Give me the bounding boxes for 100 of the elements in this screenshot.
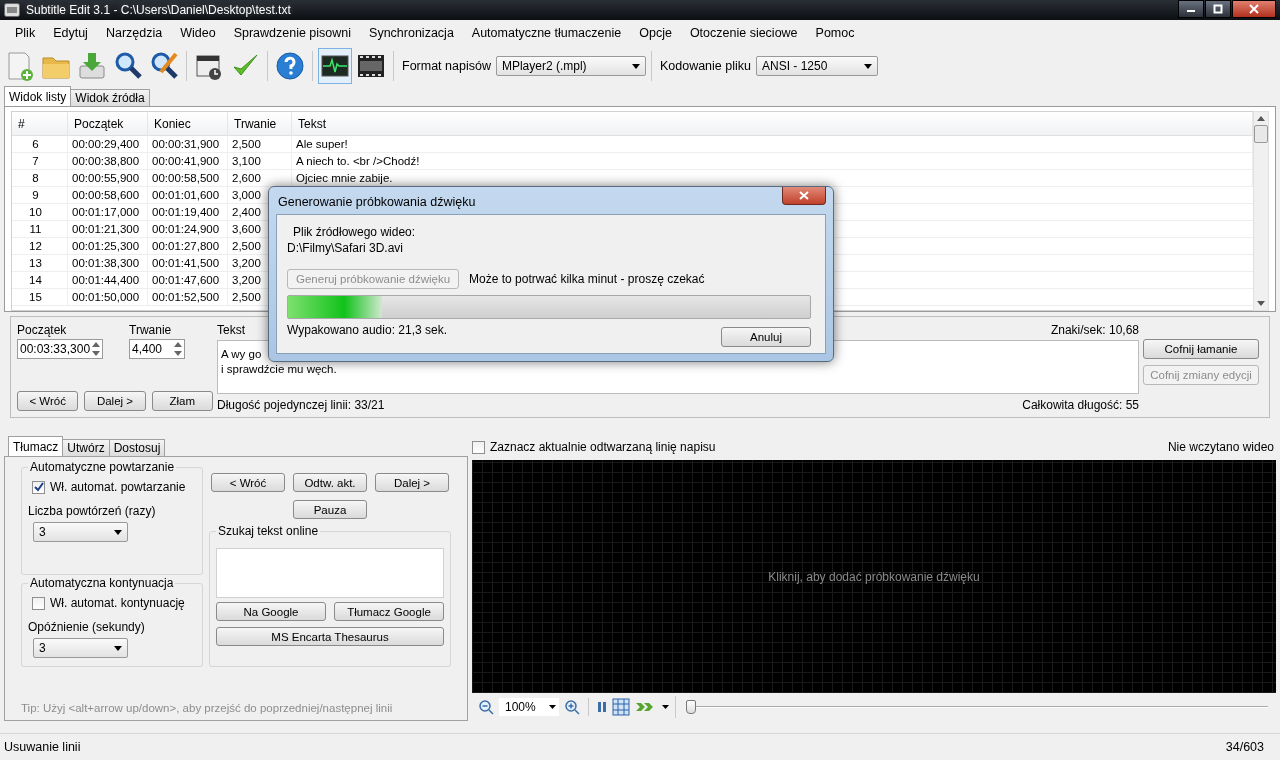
playback-button[interactable]: Dalej > (375, 473, 449, 492)
scrollbar-thumb[interactable] (1254, 125, 1268, 143)
checkbox[interactable] (472, 440, 485, 454)
menu-item[interactable]: Synchronizacja (360, 26, 463, 40)
position-slider-thumb[interactable] (686, 700, 696, 714)
duration-label: Trwanie (129, 323, 173, 337)
video-status: Nie wczytano wideo (1167, 440, 1274, 454)
menu-item[interactable]: Opcje (630, 26, 681, 40)
view-tab[interactable]: Widok źródła (70, 89, 150, 106)
spinner-icon (90, 340, 102, 358)
wait-note: Może to potrwać kilka minut - proszę czekać (469, 272, 705, 286)
maximize-button[interactable] (1205, 0, 1231, 18)
group-title: Automatyczna kontynuacja (28, 576, 176, 590)
line-position: 34/603 (1225, 740, 1264, 754)
table-cell: 8 (12, 170, 68, 186)
download-icon (77, 50, 107, 82)
zoom-out-icon[interactable] (478, 699, 494, 715)
column-header[interactable]: Początek (68, 112, 148, 136)
column-header[interactable]: Trwanie (228, 112, 292, 136)
start-time-field[interactable]: 00:03:33,300 (17, 339, 103, 359)
caret-icon (864, 63, 872, 69)
playback-button[interactable]: < Wróć (211, 473, 285, 492)
progress-status: Wypakowano audio: 21,3 sek. (287, 323, 447, 337)
subtitle-row[interactable]: 6 00:00:29,400 00:00:31,900 2,500 Ale super! (12, 136, 1253, 153)
table-cell: 00:01:52,500 (148, 289, 228, 305)
search-button[interactable]: MS Encarta Thesaurus (216, 627, 444, 646)
encoding-label: Kodowanie pliku (659, 59, 751, 73)
chars-per-second: Znaki/sek: 10,68 (1050, 323, 1139, 337)
search-text-field[interactable] (216, 548, 444, 598)
cancel-button[interactable]: Anuluj (721, 327, 811, 347)
nav-button[interactable]: Złam (151, 391, 213, 411)
count-dropdown[interactable]: 3 (33, 522, 128, 542)
group-title: Automatyczne powtarzanie (28, 460, 177, 474)
table-cell: 00:00:38,800 (68, 153, 148, 169)
waveform-area[interactable]: Kliknij, aby dodać próbkowanie dźwięku (472, 460, 1276, 693)
encoding-dropdown[interactable]: ANSI - 1250 (756, 56, 878, 76)
table-cell: 13 (12, 255, 68, 271)
help-icon (275, 50, 305, 82)
menu-item[interactable]: Otoczenie sieciowe (680, 26, 807, 40)
menu-item[interactable]: Automatyczne tłumaczenie (462, 26, 631, 40)
down-arrow-icon (1257, 301, 1265, 306)
table-cell: 00:01:17,000 (68, 204, 148, 220)
count-dropdown[interactable]: 3 (33, 638, 128, 658)
restore-icon (1213, 4, 1223, 14)
toolbar-button[interactable] (318, 48, 352, 84)
table-cell: 10 (12, 204, 68, 220)
column-header[interactable]: # (12, 112, 68, 136)
menu-item[interactable]: Narzędzia (96, 26, 172, 40)
menu-item[interactable]: Pomoc (806, 26, 864, 40)
menu-item[interactable]: Edytuj (44, 26, 97, 40)
scrollbar[interactable] (1253, 111, 1269, 311)
nav-button[interactable]: < Wróć (17, 391, 79, 411)
search-button[interactable]: Na Google (216, 602, 326, 621)
caret-icon (549, 705, 556, 709)
pause-icon[interactable] (597, 701, 607, 713)
playback-button[interactable]: Pauza (293, 500, 367, 519)
format-dropdown[interactable]: MPlayer2 (.mpl) (495, 56, 646, 76)
close-icon (1249, 4, 1259, 14)
search-button[interactable]: Tłumacz Google (334, 602, 444, 621)
line-length: Długość pojedynczej linii: 33/21 (217, 398, 385, 412)
close-icon (799, 191, 809, 200)
table-cell: 14 (12, 272, 68, 288)
subtitle-row[interactable]: 7 00:00:38,800 00:00:41,900 3,100 A niech to. <br />Chodź! (12, 153, 1253, 170)
view-tab[interactable]: Widok listy (4, 86, 72, 106)
source-label: Plik źródłowego wideo: (292, 225, 417, 239)
total-length: Całkowita długość: 55 (1022, 398, 1139, 412)
translator-tab[interactable]: Dostosuj (108, 439, 166, 456)
edit-button[interactable]: Cofnij łamanie (1143, 339, 1259, 359)
duration-field[interactable]: 4,400 (129, 339, 185, 359)
checkbox[interactable] (32, 480, 45, 494)
playback-button[interactable]: Odtw. akt. (293, 473, 367, 492)
zoom-dropdown[interactable]: 100% (499, 698, 559, 716)
zoom-in-icon[interactable] (564, 699, 580, 715)
table-cell: 2,500 (228, 136, 292, 152)
menu-item[interactable]: Wideo (171, 26, 225, 40)
table-cell: 00:01:47,600 (148, 272, 228, 288)
column-header[interactable]: Koniec (148, 112, 228, 136)
tip-text: Tip: Użyj <alt+arrow up/down>, aby przejść do poprzedniej/następnej linii (21, 702, 394, 714)
table-cell: 9 (12, 187, 68, 203)
spinner-icon (172, 340, 184, 358)
caret-icon[interactable] (662, 705, 669, 709)
grid-layout-icon[interactable] (612, 698, 630, 716)
checkbox[interactable] (32, 596, 45, 610)
table-cell: 00:00:29,400 (68, 136, 148, 152)
up-arrow-icon (1257, 116, 1265, 121)
app-icon (4, 3, 20, 17)
translator-tab[interactable]: Utwórz (62, 439, 110, 456)
minimize-button[interactable] (1178, 0, 1204, 18)
translator-tab[interactable]: Tłumacz (8, 436, 64, 456)
table-cell: 00:00:31,900 (148, 136, 228, 152)
caret-icon (114, 645, 122, 651)
close-button[interactable] (782, 187, 826, 205)
table-cell: 00:01:24,900 (148, 221, 228, 237)
table-cell: 6 (12, 136, 68, 152)
menu-item[interactable]: Plik (6, 26, 45, 40)
close-button[interactable] (1232, 0, 1276, 18)
nav-button[interactable]: Dalej > (84, 391, 146, 411)
text-label: Tekst (217, 323, 245, 337)
start-label: Początek (17, 323, 68, 337)
menu-item[interactable]: Sprawdzenie pisowni (224, 26, 361, 40)
